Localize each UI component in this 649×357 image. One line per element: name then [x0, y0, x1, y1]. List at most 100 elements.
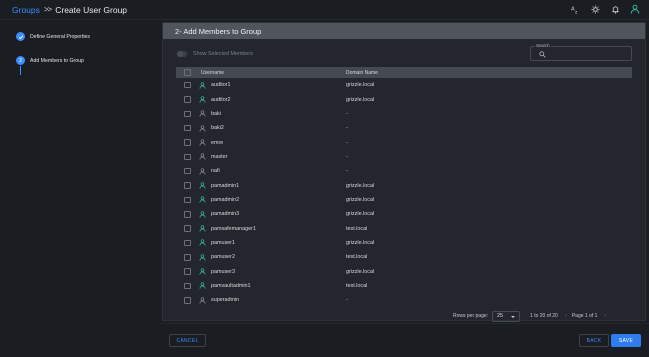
step-add-members[interactable]: 2 Add Members to Group [16, 56, 84, 65]
row-checkbox[interactable] [184, 225, 191, 232]
rows-per-page-value: 25 [497, 313, 504, 319]
column-header-username[interactable]: Username [199, 70, 346, 76]
table-row[interactable]: pamsafemanager1 test.local [176, 221, 632, 235]
page-title: Create User Group [55, 4, 128, 15]
row-domain: test.local [346, 254, 368, 261]
table-row[interactable]: nafi - [176, 164, 632, 178]
row-username: master [211, 153, 228, 160]
user-icon [199, 82, 211, 89]
user-icon [199, 297, 211, 304]
row-domain: grizzle.local [346, 268, 375, 275]
cancel-button[interactable]: CANCEL [169, 334, 206, 347]
table-row[interactable]: baki - [176, 107, 632, 121]
table-row[interactable]: auditor1 grizzle.local [176, 78, 632, 92]
row-checkbox[interactable] [184, 139, 191, 146]
row-checkbox[interactable] [184, 211, 191, 218]
row-checkbox[interactable] [184, 96, 191, 103]
back-button[interactable]: BACK [579, 334, 609, 347]
row-checkbox[interactable] [184, 254, 191, 261]
row-domain: grizzle.local [346, 211, 375, 218]
user-icon [199, 268, 211, 275]
row-username: pamadmin2 [211, 196, 240, 203]
rows-per-page-label: Rows per page: [453, 313, 489, 319]
row-username: pamvaultadmin1 [211, 282, 251, 289]
row-checkbox[interactable] [184, 167, 191, 175]
user-icon[interactable] [629, 3, 641, 15]
svg-text:z: z [575, 10, 578, 13]
show-selected-toggle-row: Show Selected Members [177, 51, 253, 57]
wizard-stepper: Define General Properties 2 Add Members … [0, 20, 160, 357]
select-all-checkbox[interactable] [184, 69, 191, 76]
row-checkbox[interactable] [184, 297, 191, 304]
row-domain: - [346, 168, 348, 175]
table-row[interactable]: baki2 - [176, 121, 632, 135]
row-domain: test.local [346, 225, 368, 232]
row-domain: - [346, 110, 348, 117]
pagination: Rows per page: 25 1 to 20 of 20 ‹ Page 1… [453, 310, 606, 322]
row-checkbox[interactable] [184, 239, 191, 247]
row-checkbox[interactable] [184, 81, 191, 89]
table-row[interactable]: pamvaultadmin1 test.local [176, 279, 632, 293]
step-label: Add Members to Group [30, 57, 84, 64]
row-checkbox[interactable] [184, 268, 191, 275]
table-header: Username Domain Name [176, 67, 632, 78]
breadcrumb-separator: >> [43, 5, 52, 14]
table-row[interactable]: emre - [176, 135, 632, 149]
search-icon [539, 51, 546, 60]
column-header-domain[interactable]: Domain Name [346, 70, 378, 76]
bell-icon[interactable] [609, 3, 621, 15]
row-checkbox[interactable] [184, 282, 191, 290]
panel-title: 2- Add Members to Group [163, 23, 645, 39]
row-domain: grizzle.local [346, 196, 375, 203]
row-username: pamsafemanager1 [211, 225, 256, 232]
row-username: pamadmin3 [211, 211, 240, 218]
row-username: auditor2 [211, 96, 231, 103]
show-selected-toggle[interactable] [177, 51, 187, 57]
row-domain: - [346, 139, 348, 146]
step-define-general-properties[interactable]: Define General Properties [16, 32, 90, 41]
save-button[interactable]: SAVE [611, 334, 641, 347]
row-username: pamuser2 [211, 254, 235, 261]
step-label: Define General Properties [30, 33, 90, 40]
row-checkbox[interactable] [184, 124, 191, 132]
user-icon [199, 239, 211, 247]
row-domain: - [346, 153, 348, 160]
table-row[interactable]: pamadmin2 grizzle.local [176, 193, 632, 207]
step-number: 2 [16, 56, 25, 65]
check-icon [16, 32, 25, 41]
search-label: Search [535, 43, 551, 48]
rows-per-page-select[interactable]: 25 [492, 310, 521, 322]
row-checkbox[interactable] [184, 153, 191, 161]
table-row[interactable]: superadmin - [176, 293, 632, 307]
table-row[interactable]: pamadmin3 grizzle.local [176, 207, 632, 221]
user-icon [199, 125, 211, 132]
table-row[interactable]: pamuser3 grizzle.local [176, 264, 632, 278]
table-row[interactable]: auditor2 grizzle.local [176, 92, 632, 106]
row-domain: test.local [346, 282, 368, 289]
page-indicator: Page 1 of 1 [571, 313, 598, 319]
row-username: auditor1 [211, 82, 231, 89]
row-checkbox[interactable] [184, 182, 191, 189]
row-checkbox[interactable] [184, 110, 191, 118]
row-username: nafi [211, 168, 220, 175]
table-row[interactable]: pamadmin1 grizzle.local [176, 178, 632, 192]
top-icons: Az [569, 3, 641, 15]
chevron-left-icon[interactable]: ‹ [565, 313, 567, 319]
table-row[interactable]: master - [176, 150, 632, 164]
row-username: baki [211, 110, 221, 117]
table-row[interactable]: pamuser2 test.local [176, 250, 632, 264]
table-row[interactable]: pamuser1 grizzle.local [176, 236, 632, 250]
search-input[interactable]: Search [530, 43, 632, 61]
theme-icon[interactable] [589, 3, 601, 15]
breadcrumb-groups-link[interactable]: Groups [12, 5, 40, 15]
row-checkbox[interactable] [184, 196, 191, 204]
user-icon [199, 225, 211, 232]
row-username: pamuser3 [211, 268, 235, 275]
translate-icon[interactable]: Az [569, 3, 581, 15]
top-bar: Groups >> Create User Group Az [0, 0, 649, 20]
toggle-label: Show Selected Members [193, 51, 253, 57]
user-icon [199, 282, 211, 290]
table-body: auditor1 grizzle.local auditor2 grizzle.loc… [176, 78, 632, 308]
chevron-right-icon[interactable]: › [604, 313, 606, 319]
user-icon [199, 110, 211, 118]
